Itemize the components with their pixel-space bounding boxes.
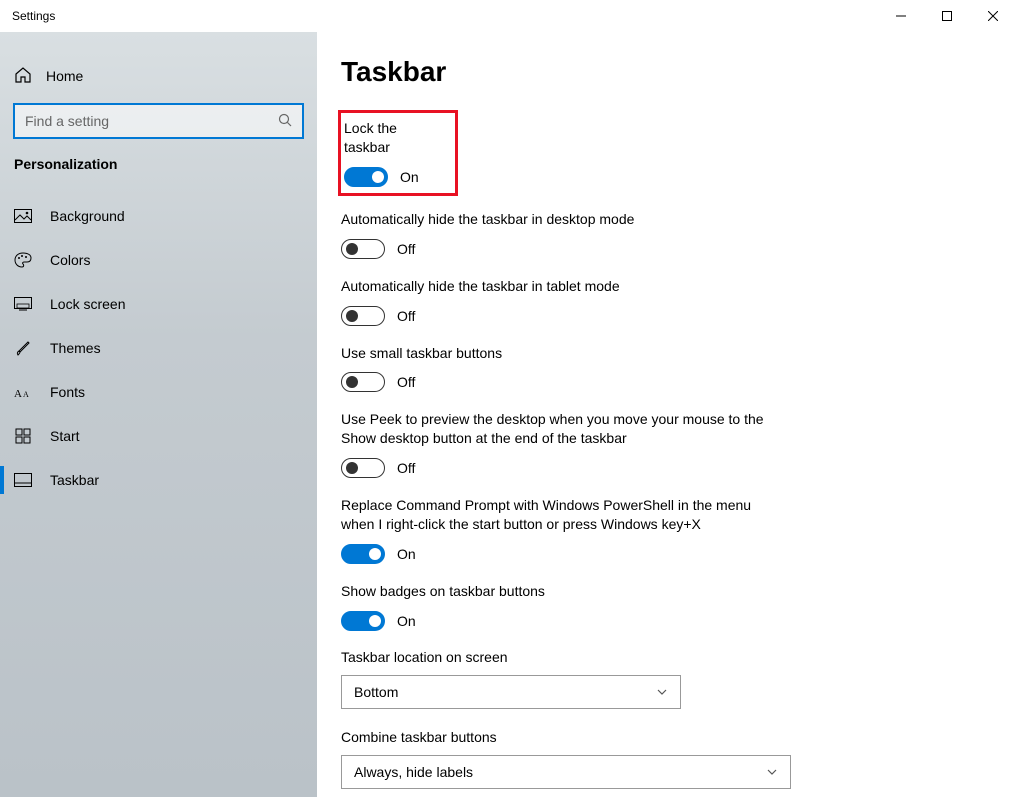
toggle-lock-taskbar[interactable] (344, 167, 388, 187)
search-box[interactable] (14, 104, 303, 138)
maximize-button[interactable] (924, 0, 970, 32)
dropdown-label-location: Taskbar location on screen (341, 649, 992, 665)
toggle-state: Off (397, 374, 415, 390)
setting-label: Lock the taskbar (344, 119, 445, 157)
svg-text:A: A (14, 388, 22, 399)
toggle-state: Off (397, 241, 415, 257)
window-controls (878, 0, 1016, 32)
toggle-state: Off (397, 460, 415, 476)
sidebar: Home Personalization Background Colors (0, 32, 317, 797)
sidebar-item-label: Taskbar (50, 472, 99, 488)
close-icon (988, 11, 998, 21)
titlebar: Settings (0, 0, 1016, 32)
dropdown-taskbar-location[interactable]: Bottom (341, 675, 681, 709)
image-icon (14, 209, 32, 223)
toggle-state: On (397, 613, 416, 629)
dropdown-value: Always, hide labels (354, 764, 473, 780)
svg-text:A: A (23, 390, 29, 399)
page-title: Taskbar (341, 56, 992, 88)
sidebar-item-background[interactable]: Background (0, 194, 317, 238)
minimize-icon (896, 11, 906, 21)
sidebar-item-start[interactable]: Start (0, 414, 317, 458)
setting-label: Automatically hide the taskbar in deskto… (341, 210, 781, 229)
sidebar-item-fonts[interactable]: AA Fonts (0, 370, 317, 414)
taskbar-icon (14, 473, 32, 487)
sidebar-item-themes[interactable]: Themes (0, 326, 317, 370)
sidebar-item-taskbar[interactable]: Taskbar (0, 458, 317, 502)
sidebar-item-label: Start (50, 428, 80, 444)
start-icon (14, 428, 32, 444)
setting-label: Use Peek to preview the desktop when you… (341, 410, 781, 448)
toggle-state: Off (397, 308, 415, 324)
sidebar-item-label: Colors (50, 252, 90, 268)
sidebar-item-label: Themes (50, 340, 101, 356)
dropdown-label-combine: Combine taskbar buttons (341, 729, 992, 745)
chevron-down-icon (766, 766, 778, 778)
toggle-small-buttons[interactable] (341, 372, 385, 392)
dropdown-combine-buttons[interactable]: Always, hide labels (341, 755, 791, 789)
setting-label: Automatically hide the taskbar in tablet… (341, 277, 781, 296)
palette-icon (14, 252, 32, 268)
search-icon (278, 113, 292, 130)
toggle-autohide-tablet[interactable] (341, 306, 385, 326)
content-area: Taskbar Lock the taskbar On Automaticall… (317, 32, 1016, 797)
fonts-icon: AA (14, 385, 32, 399)
toggle-peek[interactable] (341, 458, 385, 478)
minimize-button[interactable] (878, 0, 924, 32)
sidebar-item-label: Background (50, 208, 125, 224)
chevron-down-icon (656, 686, 668, 698)
setting-label: Use small taskbar buttons (341, 344, 781, 363)
home-icon (14, 66, 32, 87)
home-button[interactable]: Home (0, 56, 317, 96)
sidebar-item-label: Fonts (50, 384, 85, 400)
sidebar-item-lock-screen[interactable]: Lock screen (0, 282, 317, 326)
home-label: Home (46, 68, 83, 84)
close-button[interactable] (970, 0, 1016, 32)
brush-icon (14, 340, 32, 356)
section-title: Personalization (0, 156, 317, 172)
toggle-autohide-desktop[interactable] (341, 239, 385, 259)
toggle-powershell[interactable] (341, 544, 385, 564)
dropdown-value: Bottom (354, 684, 398, 700)
toggle-state: On (397, 546, 416, 562)
maximize-icon (942, 11, 952, 21)
sidebar-item-colors[interactable]: Colors (0, 238, 317, 282)
setting-label: Show badges on taskbar buttons (341, 582, 781, 601)
window-title: Settings (12, 9, 55, 23)
sidebar-item-label: Lock screen (50, 296, 125, 312)
search-input[interactable] (25, 105, 278, 137)
lockscreen-icon (14, 297, 32, 311)
highlight-box: Lock the taskbar On (338, 110, 458, 196)
toggle-state: On (400, 169, 419, 185)
setting-label: Replace Command Prompt with Windows Powe… (341, 496, 781, 534)
toggle-badges[interactable] (341, 611, 385, 631)
